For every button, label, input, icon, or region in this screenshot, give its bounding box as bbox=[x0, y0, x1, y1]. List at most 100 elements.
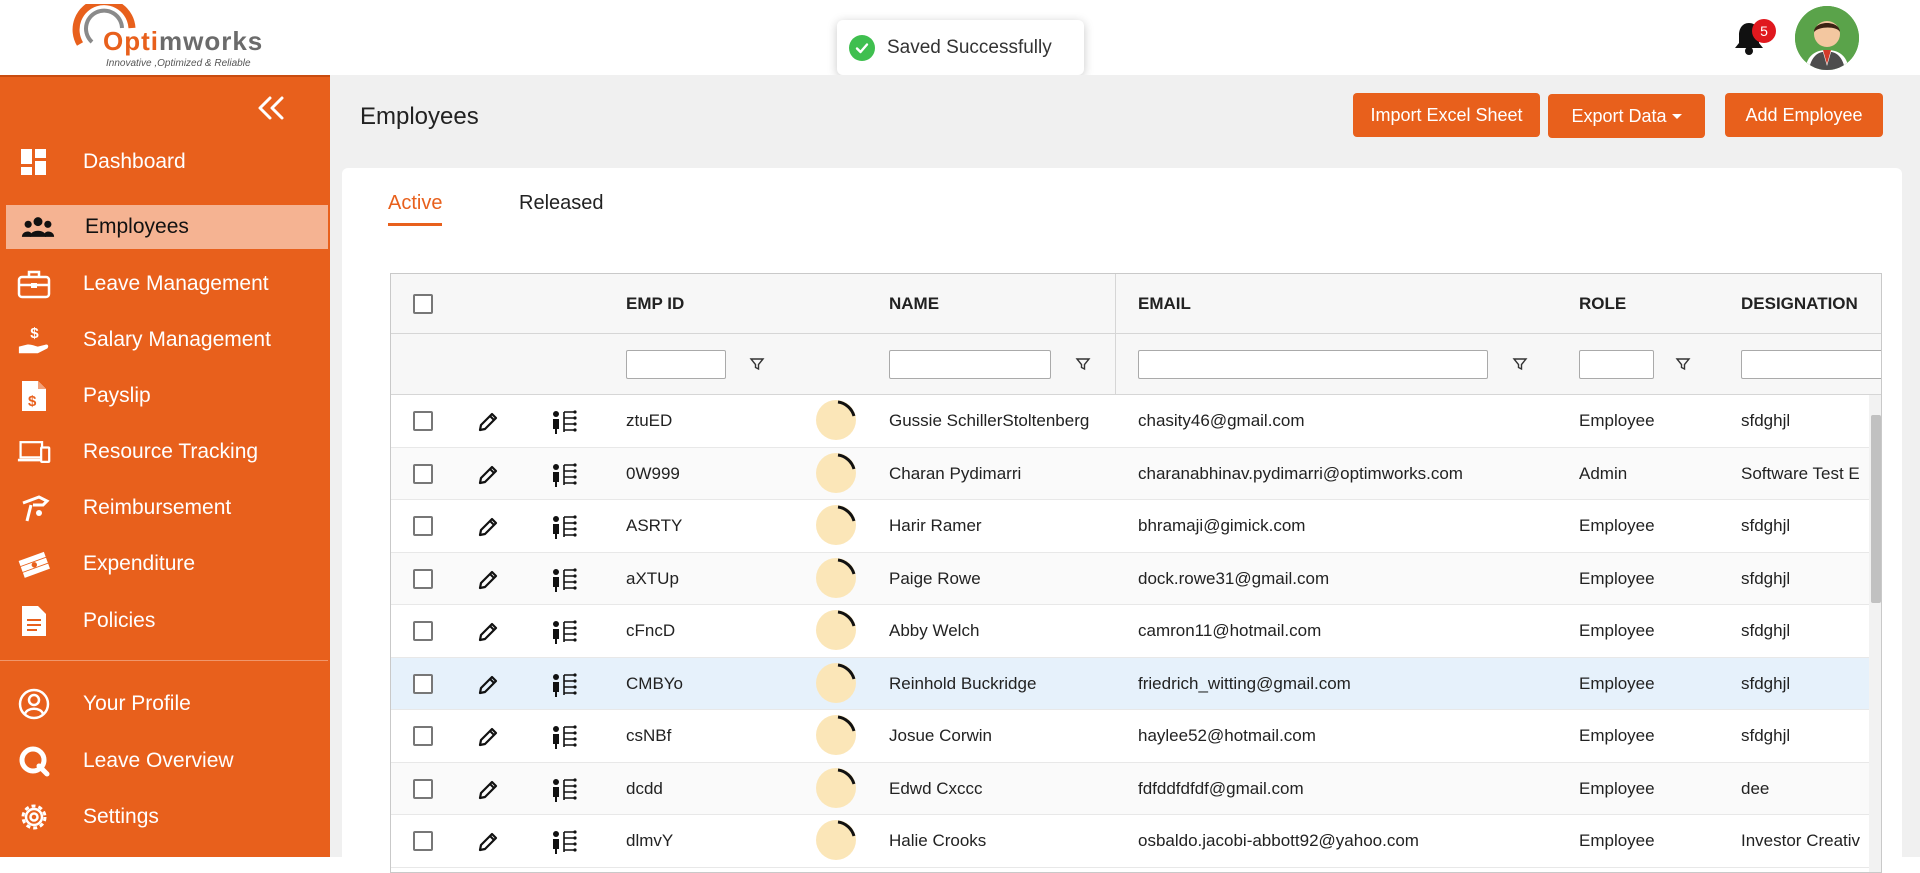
cell-emp-id: dlmvY bbox=[626, 831, 674, 850]
cell-name: Reinhold Buckridge bbox=[889, 673, 1037, 693]
top-bar: Optimworks Innovative ,Optimized & Relia… bbox=[0, 0, 1920, 75]
filter-icon[interactable] bbox=[1512, 356, 1528, 372]
header-designation[interactable]: DESIGNATION bbox=[1741, 294, 1858, 314]
table-row[interactable]: dlmvY Halie Crooks osbaldo.jacobi-abbott92… bbox=[391, 815, 1869, 868]
row-checkbox[interactable] bbox=[413, 831, 433, 851]
employee-photo bbox=[816, 610, 856, 650]
cell-designation: sfdghjl bbox=[1741, 568, 1791, 588]
org-hierarchy-icon[interactable] bbox=[551, 724, 577, 750]
table-row[interactable]: dcdd Edwd Cxccc fdfddfdfdf@gmail.com Employ… bbox=[391, 762, 1869, 815]
edit-pencil-icon[interactable] bbox=[477, 411, 499, 433]
cell-role: Employee bbox=[1579, 568, 1655, 588]
optimworks-logo[interactable]: Optimworks Innovative ,Optimized & Relia… bbox=[70, 4, 285, 70]
edit-pencil-icon[interactable] bbox=[477, 674, 499, 696]
scrollbar-thumb[interactable] bbox=[1871, 415, 1881, 603]
tab-active[interactable]: Active bbox=[388, 192, 443, 226]
cell-name: Paige Rowe bbox=[889, 568, 981, 588]
email-filter-input[interactable] bbox=[1138, 350, 1488, 379]
table-row[interactable]: 0W999 Charan Pydimarri charanabhinav.pydim… bbox=[391, 447, 1869, 500]
success-toast: Saved Successfully bbox=[837, 20, 1084, 75]
row-checkbox[interactable] bbox=[413, 778, 433, 799]
sidebar-item-payslip[interactable]: $ Payslip bbox=[0, 374, 328, 418]
org-hierarchy-icon[interactable] bbox=[551, 672, 577, 698]
row-checkbox[interactable] bbox=[413, 726, 433, 746]
cell-email: osbaldo.jacobi-abbott92@yahoo.com bbox=[1138, 831, 1419, 850]
employee-photo bbox=[816, 820, 856, 860]
cell-emp-id: ASRTY bbox=[626, 516, 683, 535]
header-role[interactable]: ROLE bbox=[1579, 294, 1626, 314]
sidebar-item-label: Employees bbox=[85, 215, 189, 238]
edit-pencil-icon[interactable] bbox=[477, 831, 499, 853]
collapse-sidebar-icon[interactable] bbox=[254, 91, 288, 125]
table-row[interactable]: aXTUp Paige Rowe dock.rowe31@gmail.com Empl… bbox=[391, 552, 1869, 605]
org-hierarchy-icon[interactable] bbox=[551, 462, 577, 488]
org-hierarchy-icon[interactable] bbox=[551, 567, 577, 593]
header-name[interactable]: NAME bbox=[889, 294, 939, 314]
name-filter-input[interactable] bbox=[889, 350, 1051, 379]
sidebar-item-reimbursement[interactable]: Reimbursement bbox=[0, 486, 328, 530]
cell-name: Josue Corwin bbox=[889, 726, 992, 745]
select-all-checkbox[interactable] bbox=[413, 294, 433, 314]
row-checkbox[interactable] bbox=[413, 411, 433, 431]
org-hierarchy-icon[interactable] bbox=[551, 409, 577, 435]
tab-released[interactable]: Released bbox=[519, 192, 604, 226]
table-row[interactable]: cFncD Abby Welch camron11@hotmail.com Emplo… bbox=[391, 605, 1869, 658]
sidebar-item-label: Your Profile bbox=[83, 692, 191, 715]
row-checkbox[interactable] bbox=[413, 516, 433, 536]
designation-filter-input[interactable] bbox=[1741, 350, 1881, 379]
org-hierarchy-icon[interactable] bbox=[551, 514, 577, 540]
cell-role: Employee bbox=[1579, 673, 1655, 693]
role-filter-input[interactable] bbox=[1579, 350, 1654, 379]
org-hierarchy-icon[interactable] bbox=[551, 777, 577, 803]
employee-photo bbox=[816, 557, 856, 598]
table-row[interactable]: CMBYo Reinhold Buckridge friedrich_witting… bbox=[391, 657, 1869, 710]
row-checkbox[interactable] bbox=[413, 463, 433, 484]
cell-emp-id: dcdd bbox=[626, 778, 663, 798]
sidebar-item-label: Expenditure bbox=[83, 552, 196, 575]
cell-role: Employee bbox=[1579, 831, 1655, 850]
org-hierarchy-icon[interactable] bbox=[551, 829, 577, 855]
sidebar-item-leave-overview[interactable]: Leave Overview bbox=[0, 739, 328, 783]
edit-pencil-icon[interactable] bbox=[477, 569, 499, 591]
sidebar-item-settings[interactable]: Settings bbox=[0, 795, 328, 839]
header-emp-id[interactable]: EMP ID bbox=[626, 294, 684, 314]
edit-pencil-icon[interactable] bbox=[477, 726, 499, 748]
row-checkbox[interactable] bbox=[413, 568, 433, 589]
filter-icon[interactable] bbox=[1075, 356, 1091, 372]
import-excel-button[interactable]: Import Excel Sheet bbox=[1353, 93, 1540, 137]
cell-designation: sfdghjl bbox=[1741, 673, 1791, 693]
sidebar-item-label: Salary Management bbox=[83, 328, 271, 351]
filter-icon[interactable] bbox=[1675, 356, 1691, 372]
cell-designation: Software Test E bbox=[1741, 463, 1860, 483]
sidebar-item-policies[interactable]: Policies bbox=[0, 599, 328, 643]
sidebar-item-resource-tracking[interactable]: Resource Tracking bbox=[0, 430, 328, 474]
edit-pencil-icon[interactable] bbox=[477, 621, 499, 643]
edit-pencil-icon[interactable] bbox=[477, 779, 499, 801]
user-avatar[interactable] bbox=[1795, 6, 1859, 70]
row-checkbox[interactable] bbox=[413, 621, 433, 641]
sidebar-item-employees[interactable]: Employees bbox=[6, 205, 328, 249]
filter-icon[interactable] bbox=[749, 356, 765, 372]
export-data-button[interactable]: Export Data bbox=[1548, 94, 1705, 138]
sidebar-item-salary-management[interactable]: $ Salary Management bbox=[0, 318, 328, 362]
sidebar-item-your-profile[interactable]: Your Profile bbox=[0, 682, 328, 726]
edit-pencil-icon[interactable] bbox=[477, 464, 499, 486]
employee-photo bbox=[816, 767, 856, 808]
table-row[interactable]: ASRTY Harir Ramer bhramaji@gimick.com Emplo… bbox=[391, 500, 1869, 553]
table-header: EMP ID NAME EMAIL ROLE DESIGNATION bbox=[391, 274, 1881, 334]
payslip-icon: $ bbox=[17, 379, 51, 413]
sidebar-item-expenditure[interactable]: Expenditure bbox=[0, 542, 328, 586]
sidebar-item-dashboard[interactable]: Dashboard bbox=[0, 140, 328, 184]
table-scrollbar[interactable] bbox=[1869, 395, 1881, 872]
table-row[interactable]: csNBf Josue Corwin haylee52@hotmail.com Emp… bbox=[391, 710, 1869, 763]
edit-pencil-icon[interactable] bbox=[477, 516, 499, 538]
emp-id-filter-input[interactable] bbox=[626, 350, 726, 379]
table-row[interactable]: ztuED Gussie SchillerStoltenberg chasity46… bbox=[391, 395, 1869, 448]
header-email[interactable]: EMAIL bbox=[1138, 294, 1191, 314]
org-hierarchy-icon[interactable] bbox=[551, 619, 577, 645]
add-employee-button[interactable]: Add Employee bbox=[1725, 93, 1883, 137]
cell-email: friedrich_witting@gmail.com bbox=[1138, 673, 1351, 693]
row-checkbox[interactable] bbox=[413, 673, 433, 694]
user-circle-icon bbox=[17, 687, 51, 721]
sidebar-item-leave-management[interactable]: Leave Management bbox=[0, 262, 328, 306]
